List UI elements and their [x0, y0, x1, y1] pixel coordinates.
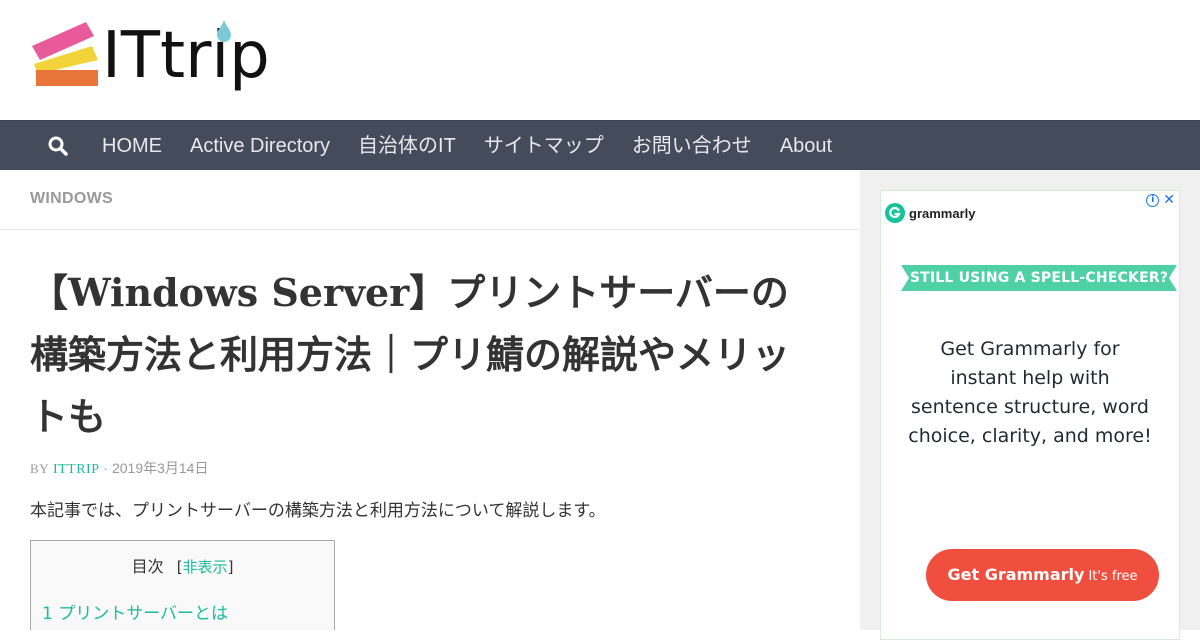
ad-body: Get Grammarly for instant help with sent… — [891, 335, 1169, 451]
sidebar: grammarly i ✕ STILL USING A SPELL-CHECKE… — [860, 170, 1200, 640]
ad-brand: grammarly — [885, 203, 975, 223]
ad-info-icon[interactable]: i — [1146, 193, 1160, 207]
nav-item-active-directory[interactable]: Active Directory — [176, 121, 344, 171]
nav-item-home[interactable]: HOME — [88, 121, 176, 171]
nav-item-contact[interactable]: お問い合わせ — [618, 121, 766, 171]
ad-cta-main: Get Grammarly — [947, 565, 1085, 584]
toc-title: 目次 — [131, 557, 164, 576]
nav-item-about[interactable]: About — [766, 121, 846, 171]
site-logo[interactable]: ITtrip — [30, 18, 280, 98]
site-header: ITtrip — [0, 0, 1200, 120]
droplet-icon — [217, 20, 231, 42]
ad-close-icon[interactable]: ✕ — [1163, 193, 1175, 207]
ad-body-line: choice, clarity, and more! — [908, 425, 1152, 447]
toc-toggle-close: ] — [227, 558, 234, 576]
main-content: WINDOWS 【Windows Server】プリントサーバーの構築方法と利用… — [0, 170, 860, 630]
ad-body-line: Get Grammarly for — [940, 338, 1120, 360]
advertisement[interactable]: grammarly i ✕ STILL USING A SPELL-CHECKE… — [880, 190, 1180, 640]
ad-banner-text: STILL USING A SPELL-CHECKER? — [909, 270, 1169, 286]
ad-cta-button[interactable]: Get Grammarly It's free — [926, 549, 1159, 601]
ad-body-line: sentence structure, word — [911, 396, 1149, 418]
ad-cta-sub: It's free — [1088, 569, 1138, 584]
logo-text: ITtrip — [102, 19, 270, 93]
article-intro: 本記事では、プリントサーバーの構築方法と利用方法について解説します。 — [30, 501, 606, 521]
ad-choices[interactable]: i ✕ — [1146, 193, 1175, 207]
category-label[interactable]: WINDOWS — [30, 190, 113, 208]
toc-hide-link[interactable]: 非表示 — [183, 558, 228, 576]
ad-body-line: instant help with — [950, 367, 1110, 389]
article-title: 【Windows Server】プリントサーバーの構築方法と利用方法｜プリ鯖の解… — [30, 270, 791, 439]
toc-header: 目次 [非表示] — [31, 553, 334, 577]
nav-search-button[interactable] — [28, 121, 88, 171]
toc-item[interactable]: 1 プリントサーバーとは — [42, 599, 228, 624]
search-icon — [48, 136, 68, 156]
main-navigation: HOME Active Directory 自治体のIT サイトマップ お問い合… — [0, 120, 1200, 170]
byline-separator: · — [103, 460, 109, 476]
grammarly-logo-icon — [885, 203, 905, 223]
category-divider — [0, 229, 860, 230]
article-date: 2019年3月14日 — [111, 460, 209, 476]
logo-mark-icon — [32, 22, 98, 86]
article-byline: BY ITTRIP · 2019年3月14日 — [30, 458, 208, 478]
nav-item-municipal-it[interactable]: 自治体のIT — [344, 121, 470, 171]
nav-item-sitemap[interactable]: サイトマップ — [470, 121, 618, 171]
byline-by: BY — [30, 461, 50, 476]
ad-brand-name: grammarly — [909, 205, 976, 221]
toc-toggle: [非表示] — [177, 558, 234, 576]
table-of-contents: 目次 [非表示] 1 プリントサーバーとは — [30, 540, 335, 630]
author-link[interactable]: ITTRIP — [53, 462, 100, 477]
